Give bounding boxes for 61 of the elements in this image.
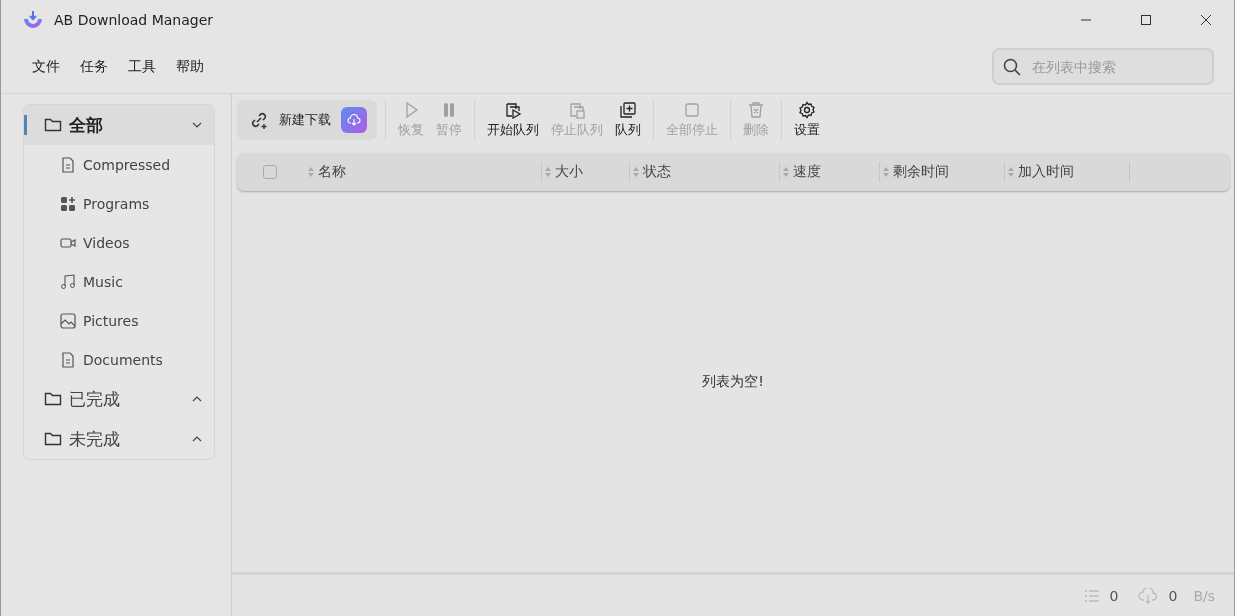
sort-icon [307, 166, 315, 178]
category-subitem[interactable]: Music [24, 262, 214, 301]
window-title: AB Download Manager [54, 12, 214, 28]
queue-stop-icon [568, 101, 586, 119]
sort-icon [544, 166, 552, 178]
category-subitem[interactable]: Videos [24, 223, 214, 262]
cloud-download-icon[interactable] [341, 107, 367, 133]
column-header[interactable]: 名称 [305, 162, 542, 182]
chevron-icon[interactable] [192, 122, 202, 128]
menu-item[interactable]: 工具 [128, 57, 156, 76]
file-type-icon [60, 156, 76, 173]
sort-icon [882, 166, 890, 178]
category-subitem[interactable]: Pictures [24, 301, 214, 340]
column-header[interactable]: 状态 [630, 162, 780, 182]
queue-add-icon [619, 101, 637, 119]
file-type-icon [60, 351, 76, 368]
stop-icon [683, 101, 701, 119]
folder-icon [44, 117, 62, 133]
menu-item[interactable]: 文件 [32, 57, 60, 76]
column-header[interactable]: 剩余时间 [880, 162, 1005, 182]
column-header[interactable]: 速度 [780, 162, 880, 182]
chevron-icon[interactable] [192, 436, 202, 442]
empty-list-message: 列表为空! [702, 372, 764, 391]
file-type-icon [60, 312, 76, 329]
select-all-checkbox[interactable] [263, 165, 277, 179]
sort-icon [1007, 166, 1015, 178]
list-icon [1083, 588, 1100, 603]
maximize-icon[interactable] [1140, 14, 1152, 26]
sort-icon [632, 166, 640, 178]
file-type-icon [60, 273, 76, 290]
category-subitem[interactable]: Compressed [24, 145, 214, 184]
download-count: 0 [1109, 587, 1119, 604]
folder-icon [44, 431, 62, 447]
menu-item[interactable]: 任务 [80, 57, 108, 76]
file-type-icon [60, 195, 76, 212]
menu-item[interactable]: 帮助 [176, 57, 204, 76]
sort-icon [782, 166, 790, 178]
category-item[interactable]: 全部 [24, 105, 214, 145]
app-logo-icon [22, 9, 44, 31]
chevron-icon[interactable] [192, 396, 202, 402]
toolbar-button[interactable]: 队列 [611, 101, 645, 139]
category-item[interactable]: 未完成 [24, 419, 214, 459]
link-icon [249, 110, 269, 130]
cloud-download-icon [1138, 587, 1159, 604]
column-header[interactable]: 大小 [542, 162, 630, 182]
column-header[interactable]: 加入时间 [1005, 162, 1130, 182]
queue-play-icon [504, 101, 522, 119]
speed-unit: B/s [1193, 587, 1215, 604]
download-speed: 0 [1168, 587, 1178, 604]
category-subitem[interactable]: Programs [24, 184, 214, 223]
category-subitem[interactable]: Documents [24, 340, 214, 379]
category-item[interactable]: 已完成 [24, 379, 214, 419]
settings-icon [798, 101, 816, 119]
trash-icon [747, 101, 765, 119]
toolbar-button[interactable]: 设置 [790, 101, 824, 139]
folder-icon [44, 391, 62, 407]
search-field[interactable]: 在列表中搜索 [992, 48, 1214, 85]
close-icon[interactable] [1200, 14, 1212, 26]
search-icon [1003, 58, 1021, 76]
new-download-button[interactable]: 新建下载 [237, 100, 377, 140]
toolbar-button[interactable]: 开始队列 [483, 101, 543, 139]
